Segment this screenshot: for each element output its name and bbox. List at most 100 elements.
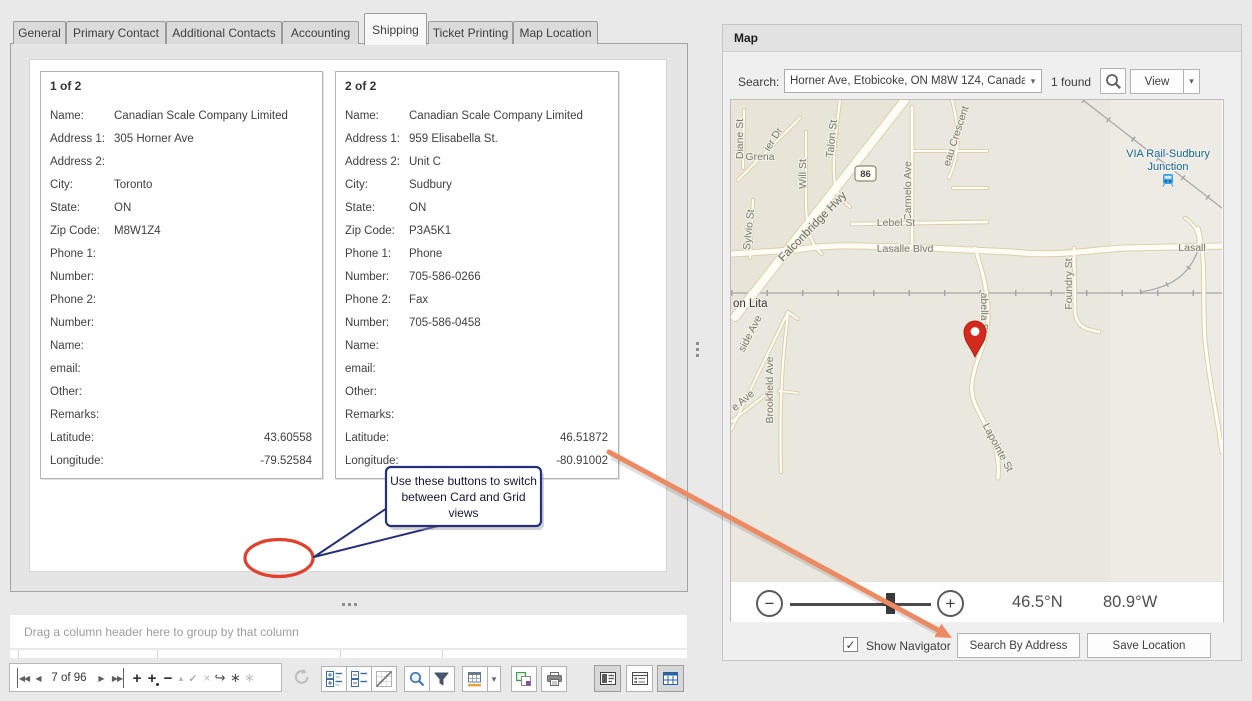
- view-button[interactable]: View: [1130, 69, 1184, 94]
- card-field-value: Canadian Scale Company Limited: [409, 110, 583, 122]
- card-field-label: Phone 1:: [345, 248, 401, 260]
- grid-navigator: ◀◀ ◀ 7 of 96 ▶ ▶▶ + + − ▴ ✓ × ↪ ∗ ∗: [14, 668, 279, 688]
- filter-button[interactable]: [429, 666, 455, 692]
- search-icon: [1105, 73, 1122, 90]
- map-panel-header: Map: [723, 25, 1241, 52]
- card-field-value: 705-586-0266: [409, 271, 481, 283]
- card-field-label: Other:: [50, 386, 106, 398]
- card-field-label: City:: [50, 179, 106, 191]
- grid-layout-button[interactable]: [657, 665, 684, 692]
- card-row: Number:: [41, 265, 322, 288]
- save-location-label: Save Location: [1113, 640, 1186, 652]
- card-field-label: Remarks:: [50, 409, 106, 421]
- card-field-label: Number:: [345, 271, 401, 283]
- card-header: 2 of 2: [345, 79, 376, 93]
- map-canvas[interactable]: 86 Diane St Grena ier Dr Will St Talon S…: [731, 100, 1222, 581]
- column-chooser-icon: [516, 672, 532, 687]
- card-field-value: ON: [409, 202, 426, 214]
- last-row-button[interactable]: ▶▶: [110, 668, 126, 688]
- vertical-splitter[interactable]: [696, 342, 699, 357]
- card-row: City:Sudbury: [336, 173, 618, 196]
- card-row: Phone 2:Fax: [336, 288, 618, 311]
- card-layout-button[interactable]: [594, 665, 621, 692]
- card-field-label: Number:: [345, 317, 401, 329]
- bookmark-button[interactable]: ∗: [229, 668, 242, 688]
- expand-all-button[interactable]: [321, 666, 347, 692]
- svg-text:Brookfield Ave: Brookfield Ave: [764, 356, 776, 423]
- card-rows: Name:Canadian Scale Company LimitedAddre…: [41, 104, 322, 472]
- latitude-readout: 46.5°N: [1012, 593, 1063, 612]
- delete-row-button[interactable]: −: [161, 668, 175, 688]
- cancel-edit-row-button[interactable]: ×: [201, 668, 213, 688]
- card-row: Remarks:: [41, 403, 322, 426]
- collapse-all-button[interactable]: [346, 666, 372, 692]
- card-row: Number:: [41, 311, 322, 334]
- card-row: Address 1:959 Elisabella St.: [336, 127, 618, 150]
- address-card-1: 1 of 2 Name:Canadian Scale Company Limit…: [40, 71, 323, 479]
- next-row-button[interactable]: ▶: [96, 668, 106, 688]
- map-search-button[interactable]: [1100, 68, 1126, 94]
- svg-text:on Lita: on Lita: [733, 298, 768, 310]
- card-row: Longitude:-80.91002: [336, 449, 618, 472]
- collapse-all-icon: [351, 671, 368, 687]
- list-layout-button[interactable]: [626, 665, 653, 692]
- svg-text:Lasalle Blvd: Lasalle Blvd: [877, 243, 934, 255]
- zoom-slider-track[interactable]: [790, 603, 931, 606]
- horizontal-splitter[interactable]: [342, 603, 357, 606]
- view-dropdown-button[interactable]: ▾: [1183, 69, 1200, 94]
- address-search-combo[interactable]: Horner Ave, Etobicoke, ON M8W 1Z4, Canad…: [784, 69, 1042, 93]
- find-button[interactable]: [404, 666, 430, 692]
- tab-shipping[interactable]: Shipping: [364, 13, 427, 45]
- search-by-address-button[interactable]: Search By Address: [957, 633, 1080, 658]
- format-dropdown-button[interactable]: ▾: [487, 666, 501, 692]
- column-chooser-button[interactable]: [511, 666, 537, 692]
- zoom-in-button[interactable]: +: [937, 590, 964, 617]
- tab-accounting[interactable]: Accounting: [282, 21, 359, 44]
- card-row: State:ON: [41, 196, 322, 219]
- zoom-slider-thumb[interactable]: [886, 593, 895, 614]
- tab-general[interactable]: General: [13, 21, 66, 44]
- card-field-label: Latitude:: [50, 432, 106, 444]
- refresh-button[interactable]: [292, 667, 312, 687]
- card-row: Number: 705-586-0266: [336, 265, 618, 288]
- svg-text:Will St: Will St: [797, 159, 809, 189]
- tab-ticket-printing[interactable]: Ticket Printing: [428, 21, 513, 44]
- chart-button[interactable]: [371, 666, 397, 692]
- search-label: Search:: [738, 75, 779, 89]
- card-row: Phone 1:Phone: [336, 242, 618, 265]
- save-location-button[interactable]: Save Location: [1087, 633, 1211, 658]
- zoom-out-button[interactable]: −: [756, 590, 783, 617]
- card-row: Latitude:46.51872: [336, 426, 618, 449]
- map-viewport[interactable]: 86 Diane St Grena ier Dr Will St Talon S…: [730, 99, 1224, 622]
- tab-map-location[interactable]: Map Location: [513, 21, 598, 44]
- table-format-icon: [467, 672, 483, 687]
- card-field-label: Address 2:: [345, 156, 401, 168]
- redo-row-button[interactable]: ↪: [213, 668, 227, 688]
- card-row: Name:: [41, 334, 322, 357]
- show-navigator-checkbox[interactable]: ✓: [843, 637, 858, 652]
- card-field-label: Name:: [345, 110, 401, 122]
- bookmark-2-button[interactable]: ∗: [243, 668, 256, 688]
- card-row: email:: [41, 357, 322, 380]
- format-conditions-button[interactable]: [462, 666, 488, 692]
- card-row: Zip Code:P3A5K1: [336, 219, 618, 242]
- address-search-value: Horner Ave, Etobicoke, ON M8W 1Z4, Canad…: [785, 75, 1025, 87]
- chevron-down-icon: ▾: [1025, 76, 1041, 87]
- card-rows: Name: Canadian Scale Company Limited Addre…: [336, 104, 618, 472]
- refresh-icon: [292, 667, 312, 687]
- prev-row-button[interactable]: ◀: [33, 668, 43, 688]
- end-edit-row-button[interactable]: ✓: [186, 668, 200, 688]
- print-grid-button[interactable]: [541, 666, 567, 692]
- tab-additional-contacts[interactable]: Additional Contacts: [166, 21, 282, 44]
- chevron-down-icon: ▾: [1184, 76, 1200, 87]
- append-row-button[interactable]: +: [130, 668, 144, 688]
- card-field-label: Number:: [50, 317, 106, 329]
- card-field-value: P3A5K1: [409, 225, 451, 237]
- append-child-button[interactable]: +: [145, 668, 159, 688]
- group-by-panel[interactable]: Drag a column header here to group by th…: [10, 615, 687, 648]
- grid-navigator-box: ◀◀ ◀ 7 of 96 ▶ ▶▶ + + − ▴ ✓ × ↪ ∗ ∗: [9, 663, 282, 692]
- first-row-button[interactable]: ◀◀: [15, 668, 31, 688]
- card-row: City:Toronto: [41, 173, 322, 196]
- tab-primary-contact[interactable]: Primary Contact: [66, 21, 166, 44]
- svg-text:Junction: Junction: [1148, 161, 1189, 173]
